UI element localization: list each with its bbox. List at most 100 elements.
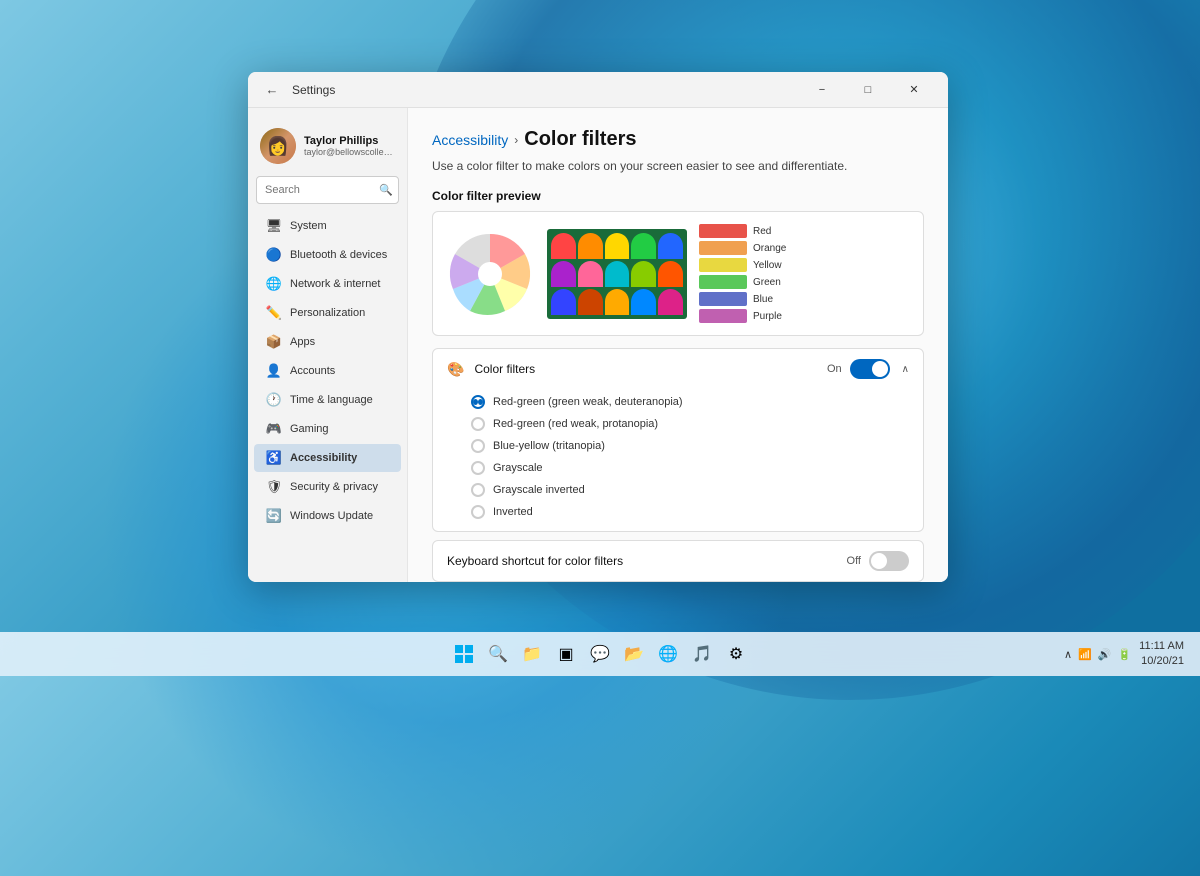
swatch-purple-block [699,309,747,323]
keyboard-shortcut-row: Keyboard shortcut for color filters Off [432,540,924,582]
color-filters-section: 🎨 Color filters On ∧ Red-green (green we… [432,348,924,532]
swatch-purple: Purple [699,309,911,323]
time-icon: 🕐 [266,392,282,408]
nav-item-gaming[interactable]: 🎮 Gaming [254,415,401,443]
radio-circle-inv [471,505,485,519]
nav-item-time[interactable]: 🕐 Time & language [254,386,401,414]
radio-red-green-deut[interactable]: Red-green (green weak, deuteranopia) [471,395,909,409]
page-description: Use a color filter to make colors on you… [432,159,924,173]
folders-button[interactable]: 📂 [620,640,648,668]
color-filters-label: Color filters [474,362,535,376]
taskbar-date-display: 10/20/21 [1139,654,1184,669]
accounts-icon: 👤 [266,363,282,379]
taskbar: 🔍 📁 ▣ 💬 📂 🌐 🎵 ⚙ ∧ 📶 🔊 🔋 11:11 AM 10/20/2… [0,632,1200,676]
radio-circle-blue [471,439,485,453]
breadcrumb-parent[interactable]: Accessibility [432,132,508,148]
breadcrumb-separator: › [514,133,518,147]
bluetooth-icon: 🔵 [266,247,282,263]
nav-item-security[interactable]: 🛡 Security & privacy [254,473,401,501]
gaming-icon: 🎮 [266,421,282,437]
avatar-image: 👩 [260,128,296,164]
page-title: Color filters [524,128,636,151]
chevron-up-icon[interactable]: ∧ [1064,648,1072,661]
settings-window: ← Settings − □ ✕ 👩 Taylor Phillips taylo… [248,72,948,582]
window-title: Settings [292,83,335,97]
nav-item-update[interactable]: 🔄 Windows Update [254,502,401,530]
nav-item-accessibility[interactable]: ♿ Accessibility [254,444,401,472]
close-button[interactable]: ✕ [892,74,936,106]
title-bar: ← Settings − □ ✕ [248,72,948,108]
nav-item-personalization[interactable]: ✏️ Personalization [254,299,401,327]
update-icon: 🔄 [266,508,282,524]
radio-inverted[interactable]: Inverted [471,505,909,519]
radio-circle-gray [471,461,485,475]
color-filters-toggle-row[interactable]: 🎨 Color filters On ∧ [433,349,923,389]
start-button[interactable] [450,640,478,668]
color-filters-toggle[interactable] [850,359,890,379]
taskbar-clock[interactable]: 11:11 AM 10/20/21 [1139,639,1184,670]
radio-blue-yellow[interactable]: Blue-yellow (tritanopia) [471,439,909,453]
music-button[interactable]: 🎵 [688,640,716,668]
radio-grayscale-inverted[interactable]: Grayscale inverted [471,483,909,497]
settings-taskbar-button[interactable]: ⚙ [722,640,750,668]
expand-icon[interactable]: ∧ [902,364,909,375]
nav-item-bluetooth[interactable]: 🔵 Bluetooth & devices [254,241,401,269]
swatch-red: Red [699,224,911,238]
color-filter-preview: Red Orange Yellow Green [432,211,924,336]
network-icon: 🌐 [266,276,282,292]
avatar: 👩 [260,128,296,164]
keyboard-shortcut-label: Keyboard shortcut for color filters [447,554,623,568]
security-icon: 🛡 [266,479,282,495]
personalization-icon: ✏️ [266,305,282,321]
swatch-yellow-block [699,258,747,272]
swatch-red-block [699,224,747,238]
radio-grayscale[interactable]: Grayscale [471,461,909,475]
taskbar-center: 🔍 📁 ▣ 💬 📂 🌐 🎵 ⚙ [450,640,750,668]
swatch-orange: Orange [699,241,911,255]
battery-icon[interactable]: 🔋 [1117,648,1131,661]
window-controls: − □ ✕ [800,74,936,106]
color-filters-status: On [827,363,842,375]
sidebar-search[interactable]: 🔍 [256,176,399,204]
breadcrumb: Accessibility › Color filters [432,128,924,151]
radio-red-green-prot[interactable]: Red-green (red weak, protanopia) [471,417,909,431]
color-filters-icon: 🎨 [447,361,464,378]
maximize-button[interactable]: □ [846,74,890,106]
taskbar-time-display: 11:11 AM [1139,639,1184,654]
back-button[interactable]: ← [260,78,284,102]
radio-circle-prot [471,417,485,431]
swatch-blue: Blue [699,292,911,306]
user-email: taylor@bellowscollege.com [304,147,395,157]
minimize-button[interactable]: − [800,74,844,106]
speaker-icon[interactable]: 🔊 [1098,648,1112,661]
chat-button[interactable]: 💬 [586,640,614,668]
system-icon: 🖥 [266,218,282,234]
user-profile[interactable]: 👩 Taylor Phillips taylor@bellowscollege.… [248,116,407,172]
taskbar-right: ∧ 📶 🔊 🔋 11:11 AM 10/20/21 [1064,639,1184,670]
nav-item-accounts[interactable]: 👤 Accounts [254,357,401,385]
swatch-orange-block [699,241,747,255]
system-tray: ∧ 📶 🔊 🔋 [1064,648,1131,661]
color-swatches: Red Orange Yellow Green [699,224,911,323]
search-taskbar-button[interactable]: 🔍 [484,640,512,668]
file-explorer-button[interactable]: 📁 [518,640,546,668]
color-photo [547,229,687,319]
radio-circle-deut [471,395,485,409]
nav-item-apps[interactable]: 📦 Apps [254,328,401,356]
nav-item-system[interactable]: 🖥 System [254,212,401,240]
pie-chart [445,229,535,319]
keyboard-shortcut-toggle[interactable] [869,551,909,571]
keyboard-shortcut-status: Off [847,555,861,567]
wifi-icon[interactable]: 📶 [1078,648,1092,661]
nav-item-network[interactable]: 🌐 Network & internet [254,270,401,298]
swatch-green-block [699,275,747,289]
preview-label: Color filter preview [432,189,924,203]
swatch-yellow: Yellow [699,258,911,272]
snap-layouts-button[interactable]: ▣ [552,640,580,668]
user-name: Taylor Phillips [304,135,395,147]
apps-icon: 📦 [266,334,282,350]
sidebar: 👩 Taylor Phillips taylor@bellowscollege.… [248,108,408,582]
search-input[interactable] [256,176,399,204]
main-content: Accessibility › Color filters Use a colo… [408,108,948,582]
browser-button[interactable]: 🌐 [654,640,682,668]
